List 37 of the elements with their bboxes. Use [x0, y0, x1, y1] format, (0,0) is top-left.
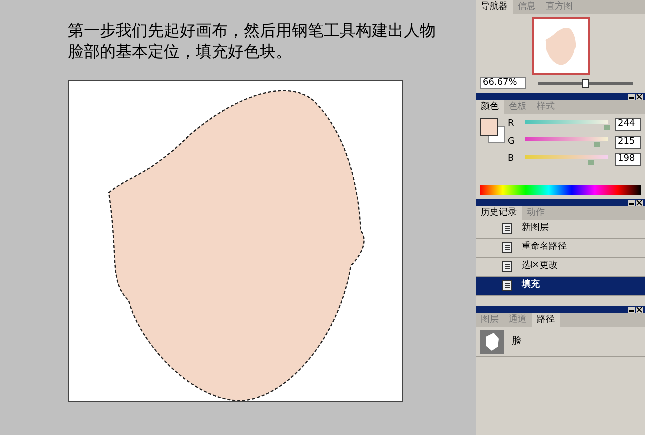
slider-thumb[interactable] — [582, 78, 589, 88]
channel-slider[interactable] — [522, 154, 611, 165]
channel-value-field[interactable]: 244 — [615, 118, 641, 132]
channel-label: R — [508, 118, 516, 131]
color-spectrum[interactable] — [480, 185, 641, 195]
channel-value-field[interactable]: 215 — [615, 136, 641, 149]
panel-tab[interactable]: 颜色 — [476, 100, 504, 114]
minimize-icon[interactable] — [628, 306, 635, 312]
document-icon — [502, 242, 514, 254]
document-icon — [502, 223, 514, 235]
channel-label: B — [508, 153, 516, 166]
slider-thumb[interactable] — [588, 160, 594, 165]
path-item[interactable]: 脸 — [476, 327, 645, 357]
document-icon — [502, 280, 514, 292]
zoom-field[interactable]: 66.67% — [480, 77, 526, 89]
slider-thumb[interactable] — [594, 142, 600, 148]
channel-slider[interactable] — [522, 137, 611, 148]
close-icon[interactable] — [636, 200, 643, 206]
document-icon — [502, 261, 514, 273]
zoom-slider[interactable] — [538, 78, 633, 88]
minimize-icon[interactable] — [628, 200, 635, 206]
panel-tab[interactable]: 历史记录 — [476, 206, 522, 220]
minimize-icon[interactable] — [628, 94, 635, 100]
channel-value-field[interactable]: 198 — [615, 153, 641, 166]
color-swatches-drawing[interactable] — [480, 118, 505, 143]
path-thumbnail-icon — [480, 330, 504, 354]
list-item[interactable]: 重命名路径 — [476, 239, 645, 258]
close-icon[interactable] — [636, 306, 643, 312]
close-icon[interactable] — [636, 94, 643, 100]
slider-thumb[interactable] — [604, 124, 610, 130]
instruction-text: 第一步我们先起好画布，然后用钢笔工具构建出人物脸部的基本定位，填充好色块。 — [68, 20, 437, 62]
list-item[interactable]: 填充 — [476, 277, 645, 296]
list-item[interactable]: 新图层 — [476, 220, 645, 239]
channel-label: G — [508, 136, 516, 148]
panel-tab[interactable]: 导航器 — [476, 0, 513, 14]
channel-slider[interactable] — [522, 120, 611, 130]
panel-tab[interactable]: 路径 — [532, 313, 560, 327]
